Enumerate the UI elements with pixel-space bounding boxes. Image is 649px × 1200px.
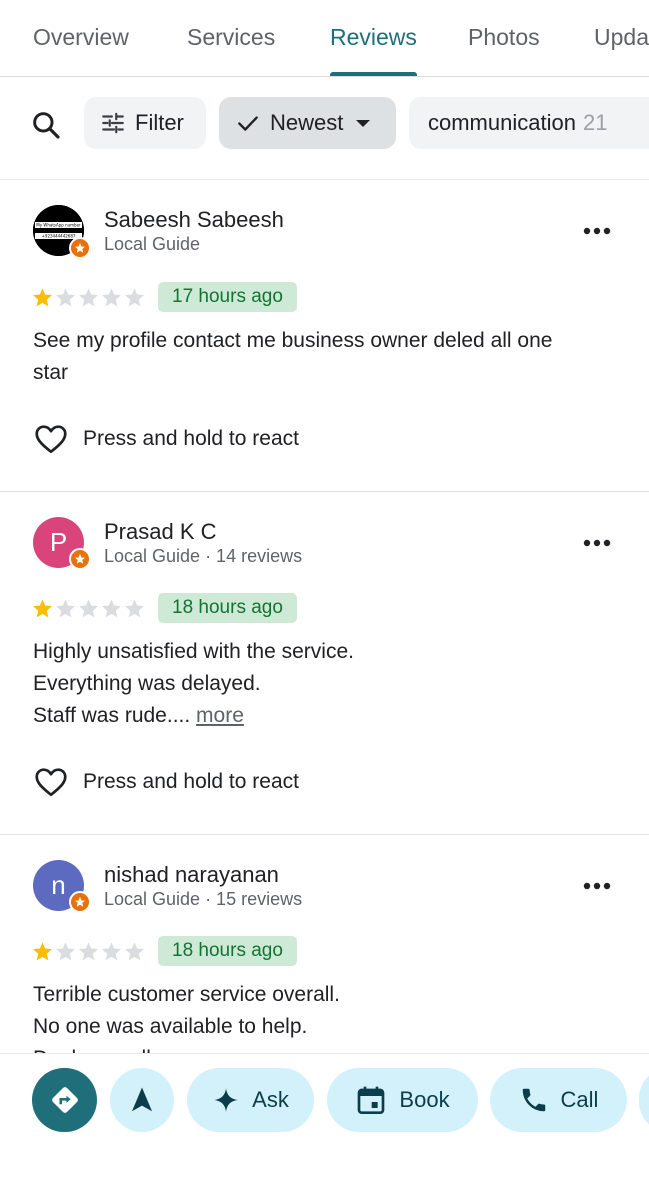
review-text-line: star <box>33 361 69 384</box>
review-time-badge: 17 hours ago <box>158 282 297 312</box>
local-guide-badge-icon <box>69 237 91 259</box>
react-button[interactable]: Press and hold to react <box>33 421 299 457</box>
review-card: P Prasad K C Local Guide · 14 reviews 18… <box>0 492 649 835</box>
review-text: See my profile contact me business owner… <box>33 325 623 389</box>
star-filled-icon <box>33 942 52 961</box>
star-empty-icon <box>56 942 75 961</box>
star-rating <box>32 941 145 962</box>
review-text-line: Staff was rude.... more <box>33 700 623 732</box>
start-navigation-button[interactable] <box>110 1068 174 1132</box>
tab-overview[interactable]: Overview <box>33 24 129 51</box>
directions-button[interactable] <box>32 1068 97 1132</box>
book-button[interactable]: Book <box>327 1068 478 1132</box>
star-filled-icon <box>33 599 52 618</box>
more-options-button[interactable] <box>580 869 614 903</box>
sort-chip[interactable]: Newest <box>219 97 396 149</box>
react-label: Press and hold to react <box>83 770 299 793</box>
avatar-caption-bottom: +923444442687 <box>42 234 76 239</box>
read-more-link[interactable]: more <box>196 704 244 727</box>
tab-bar: Overview Services Reviews Photos Upda <box>0 0 649 77</box>
review-time-badge: 18 hours ago <box>158 593 297 623</box>
star-empty-icon <box>125 942 144 961</box>
topic-chip-communication[interactable]: communication 21 <box>409 97 649 149</box>
more-options-button[interactable] <box>580 214 614 248</box>
heart-outline-icon <box>35 425 67 454</box>
star-empty-icon <box>79 599 98 618</box>
call-button[interactable]: Call <box>490 1068 627 1132</box>
review-text: Highly unsatisfied with the service. Eve… <box>33 636 623 732</box>
filter-chip[interactable]: Filter <box>84 97 206 149</box>
reviewer-name[interactable]: nishad narayanan <box>104 862 279 888</box>
ask-button[interactable]: Ask <box>187 1068 314 1132</box>
more-options-button[interactable] <box>580 526 614 560</box>
star-empty-icon <box>125 288 144 307</box>
sort-chip-label: Newest <box>270 110 344 135</box>
review-time-badge: 18 hours ago <box>158 936 297 966</box>
more-vert-icon <box>583 539 611 547</box>
filter-chip-label: Filter <box>135 110 184 135</box>
tune-icon <box>102 112 124 134</box>
more-actions-button[interactable] <box>639 1068 649 1132</box>
reviewer-meta: Local Guide · 15 reviews <box>104 889 303 909</box>
review-text: Terrible customer service overall. No on… <box>33 979 623 1053</box>
search-icon <box>33 112 60 139</box>
calendar-icon <box>358 1086 385 1114</box>
topic-chip-count: 21 <box>582 110 608 135</box>
local-guide-badge-icon <box>69 891 91 913</box>
star-filled-icon <box>33 288 52 307</box>
tab-services[interactable]: Services <box>187 24 275 51</box>
review-text-line: Dealers really <box>33 1043 623 1053</box>
reviewer-meta: Local Guide · 14 reviews <box>104 546 303 566</box>
review-text-line: See my profile contact me business owner… <box>33 329 553 352</box>
heart-outline-icon <box>35 768 67 797</box>
react-button[interactable]: Press and hold to react <box>33 764 299 800</box>
star-empty-icon <box>125 599 144 618</box>
call-label: Call <box>560 1087 599 1112</box>
ask-label: Ask <box>252 1087 289 1112</box>
review-card: n nishad narayanan Local Guide · 15 revi… <box>0 835 649 1053</box>
book-label: Book <box>399 1087 450 1112</box>
star-empty-icon <box>79 942 98 961</box>
phone-icon <box>522 1088 545 1112</box>
topic-chip-label: communication <box>428 110 576 135</box>
react-label: Press and hold to react <box>83 427 299 450</box>
more-vert-icon <box>583 882 611 890</box>
sparkle-icon <box>214 1088 238 1112</box>
reviewer-meta: Local Guide <box>104 234 201 254</box>
dropdown-arrow-icon <box>356 120 371 127</box>
local-guide-badge-icon <box>69 548 91 570</box>
avatar-letter: P <box>49 527 68 557</box>
tab-reviews[interactable]: Reviews <box>330 24 417 51</box>
star-empty-icon <box>79 288 98 307</box>
reviews-list[interactable]: My WhatsApp number +923444442687 Sabeesh… <box>0 181 649 1054</box>
action-bar: Ask Book Call <box>0 1055 649 1200</box>
reviewer-name[interactable]: Sabeesh Sabeesh <box>104 207 284 233</box>
star-empty-icon <box>56 288 75 307</box>
reviewer-name[interactable]: Prasad K C <box>104 519 217 545</box>
review-filter-bar: Filter Newest communication 21 <box>0 78 649 180</box>
review-text-line: Terrible customer service overall. <box>33 983 340 1006</box>
review-text-line-content: Staff was rude.... <box>33 704 191 727</box>
review-text-line: Everything was delayed. <box>33 672 261 695</box>
check-icon <box>238 116 258 131</box>
active-tab-indicator <box>330 72 417 76</box>
star-empty-icon <box>56 599 75 618</box>
directions-icon <box>51 1087 78 1113</box>
navigation-arrow-icon <box>132 1087 152 1112</box>
more-vert-icon <box>583 227 611 235</box>
review-text-line: No one was available to help. <box>33 1015 308 1038</box>
search-reviews-button[interactable] <box>26 105 66 145</box>
star-rating <box>32 598 145 619</box>
star-empty-icon <box>102 288 121 307</box>
review-text-line: Highly unsatisfied with the service. <box>33 640 354 663</box>
avatar-caption-top: My WhatsApp number <box>36 223 81 228</box>
star-rating <box>32 287 145 308</box>
tab-photos[interactable]: Photos <box>468 24 540 51</box>
avatar-letter: n <box>51 870 66 900</box>
review-card: My WhatsApp number +923444442687 Sabeesh… <box>0 181 649 492</box>
star-empty-icon <box>102 599 121 618</box>
tab-updates[interactable]: Upda <box>594 24 649 51</box>
star-empty-icon <box>102 942 121 961</box>
